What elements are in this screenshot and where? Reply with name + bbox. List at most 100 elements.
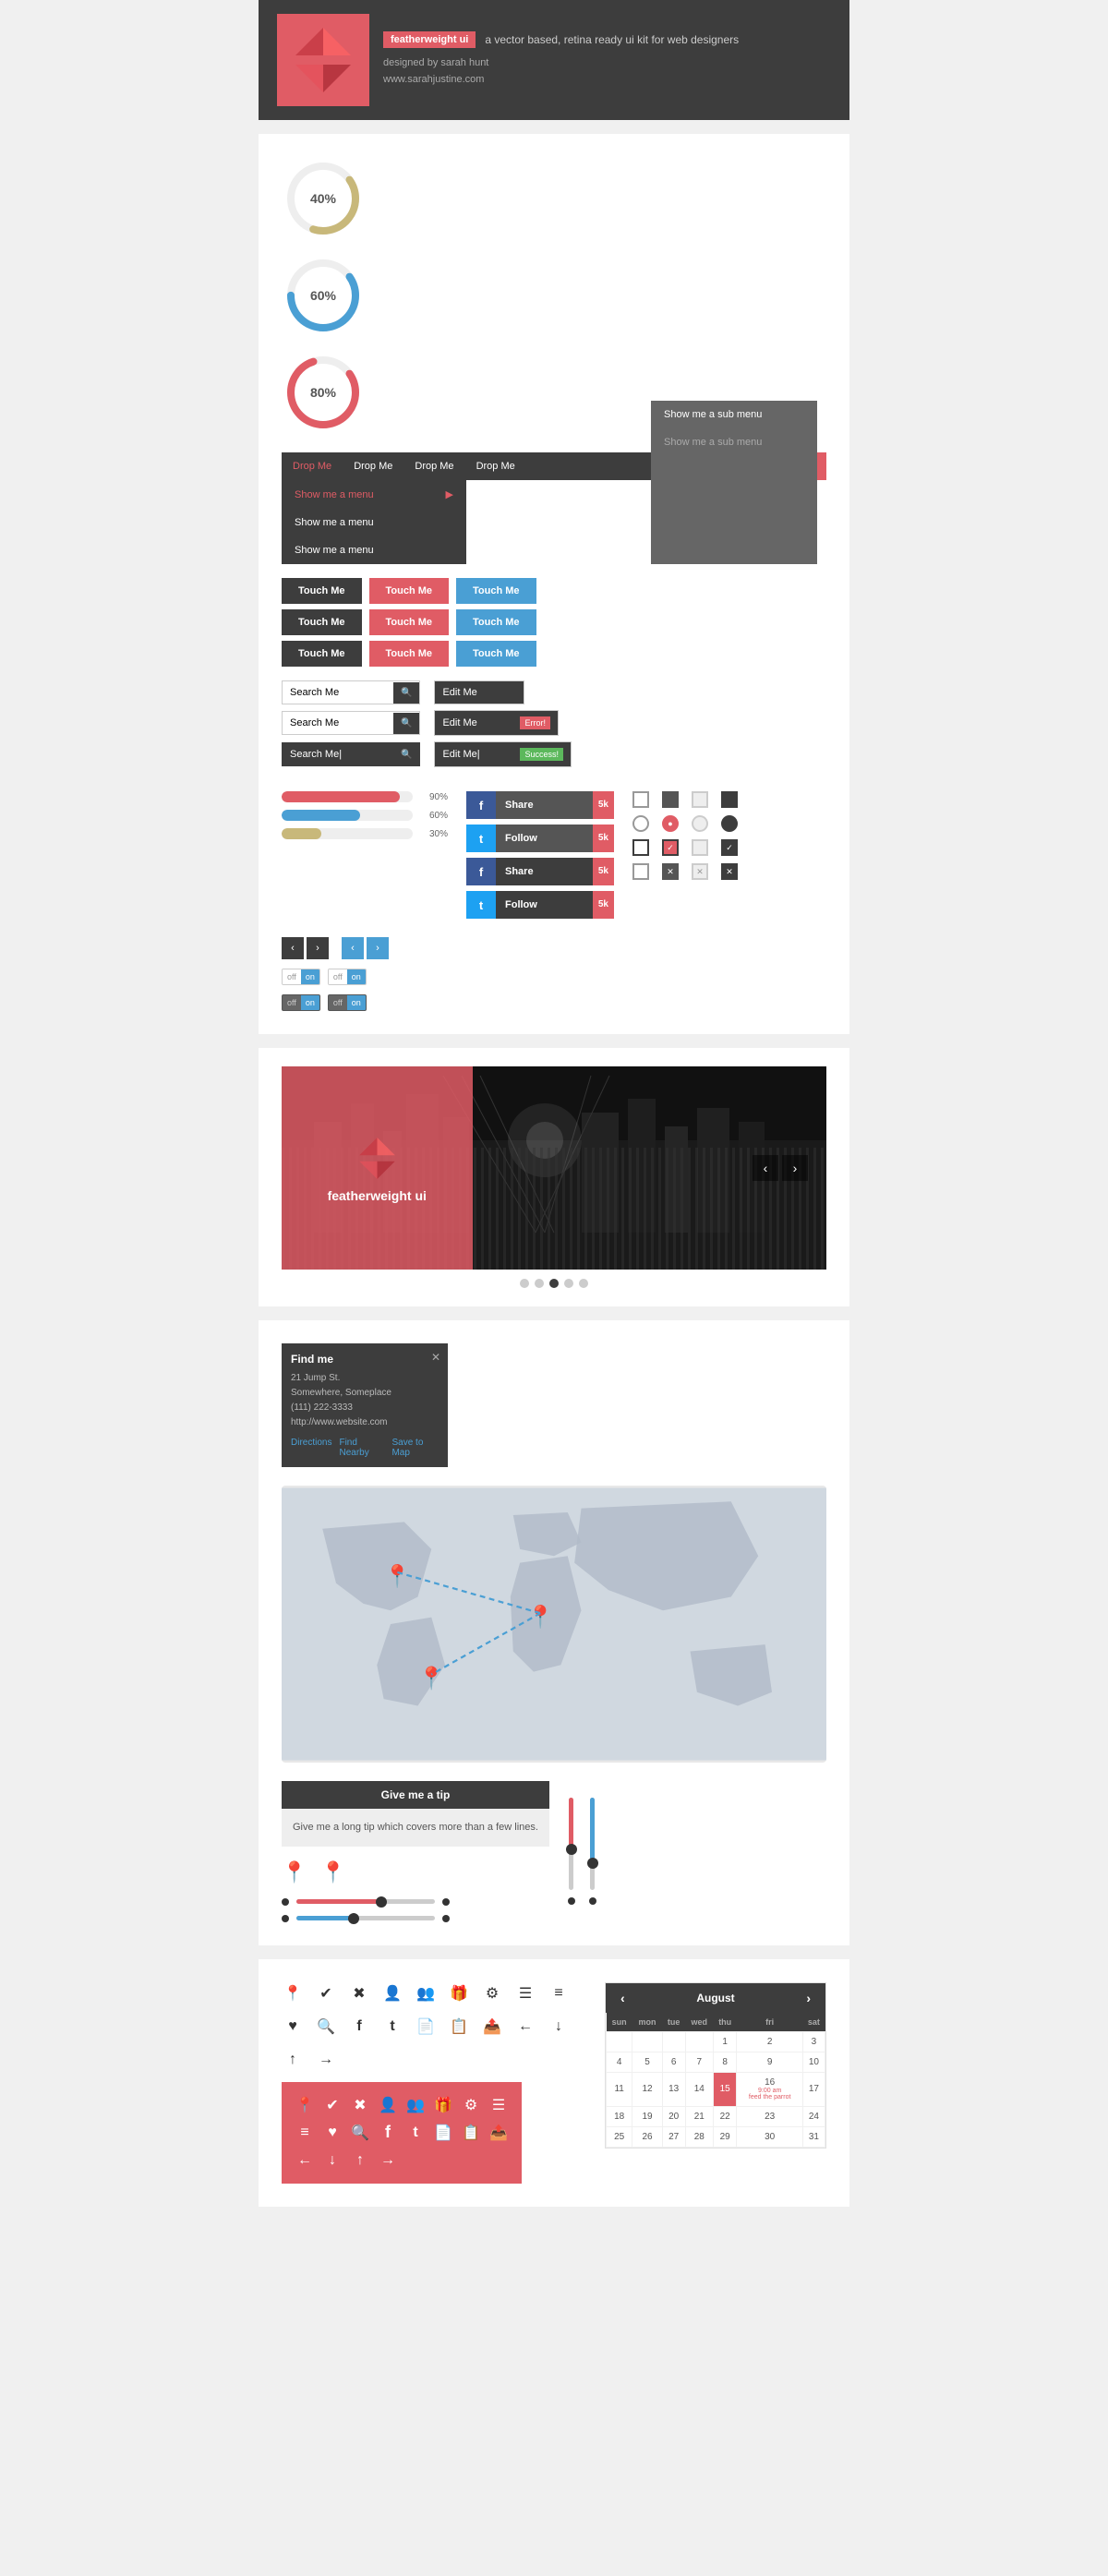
cal-day-10[interactable]: 10 [802,2052,825,2072]
radio-3[interactable] [692,815,708,832]
checkbox-x-2[interactable]: ✕ [662,863,679,880]
banner-dot-5[interactable] [579,1279,588,1288]
map-card-close-button[interactable]: ✕ [431,1351,440,1364]
search-btn-3[interactable]: 🔍 [393,744,419,765]
banner-next-button[interactable]: › [782,1155,808,1181]
social-share-fb-light[interactable]: f Share 5k [466,791,614,819]
checkbox-x-4[interactable]: ✕ [721,863,738,880]
cal-day-9[interactable]: 9 [737,2052,802,2072]
edit-input-1[interactable] [442,687,516,698]
touch-btn-red-3[interactable]: Touch Me [369,641,450,667]
edit-field-1[interactable] [434,680,524,704]
dropdown-item-2[interactable]: Drop Me [343,453,403,479]
cal-day-26[interactable]: 26 [632,2126,663,2147]
search-field-2[interactable]: 🔍 [282,711,420,735]
cal-day-11[interactable]: 11 [607,2072,632,2106]
radio-2[interactable]: ● [662,815,679,832]
touch-btn-dark-1[interactable]: Touch Me [282,578,362,604]
menu-item-2[interactable]: Show me a menu [282,509,466,536]
touch-btn-red-2[interactable]: Touch Me [369,609,450,635]
checkbox-check-3[interactable] [692,839,708,856]
slider-thumb-red[interactable] [376,1896,387,1908]
page-prev-dark[interactable]: ‹ [282,937,304,959]
edit-field-2[interactable]: Error! [434,710,559,736]
cal-day-17[interactable]: 17 [802,2072,825,2106]
checkbox-check-1[interactable] [632,839,649,856]
v-slider-thumb-blue[interactable] [587,1858,598,1869]
cal-day-15-today[interactable]: 15 [713,2072,736,2106]
dropdown-item-4[interactable]: Drop Me [465,453,526,479]
cal-day-12[interactable]: 12 [632,2072,663,2106]
touch-btn-blue-3[interactable]: Touch Me [456,641,536,667]
touch-btn-dark-3[interactable]: Touch Me [282,641,362,667]
cal-day-27[interactable]: 27 [662,2126,685,2147]
cal-day-5[interactable]: 5 [632,2052,663,2072]
checkbox-check-2[interactable]: ✓ [662,839,679,856]
calendar-prev-button[interactable]: ‹ [617,1991,629,2005]
page-prev-blue[interactable]: ‹ [342,937,364,959]
cal-day-30[interactable]: 30 [737,2126,802,2147]
cal-day-1[interactable]: 1 [713,2031,736,2052]
banner-dot-4[interactable] [564,1279,573,1288]
banner-dot-2[interactable] [535,1279,544,1288]
banner-dot-3[interactable] [549,1279,559,1288]
dropdown-item-3[interactable]: Drop Me [403,453,464,479]
touch-btn-blue-2[interactable]: Touch Me [456,609,536,635]
cal-day-16-event[interactable]: 169:00 amfeed the parrot [737,2072,802,2106]
checkbox-x-1[interactable] [632,863,649,880]
cal-day-20[interactable]: 20 [662,2106,685,2126]
page-next-dark[interactable]: › [307,937,329,959]
search-input-3[interactable] [283,743,393,765]
edit-input-3[interactable] [442,749,516,760]
cal-day-2[interactable]: 2 [737,2031,802,2052]
toggle-off-dark[interactable]: off on [282,994,320,1011]
radio-1[interactable] [632,815,649,832]
cal-day-7[interactable]: 7 [685,2052,713,2072]
slider-thumb-blue[interactable] [348,1913,359,1924]
cal-day-28[interactable]: 28 [685,2126,713,2147]
checkbox-check-4[interactable]: ✓ [721,839,738,856]
cal-day-4[interactable]: 4 [607,2052,632,2072]
social-share-fb-dark[interactable]: f Share 5k [466,858,614,885]
toggle-off-light[interactable]: off on [282,969,320,985]
cal-day-3[interactable]: 3 [802,2031,825,2052]
search-btn-2[interactable]: 🔍 [393,713,419,734]
cal-day-23[interactable]: 23 [737,2106,802,2126]
directions-link[interactable]: Directions [291,1438,331,1458]
search-input-1[interactable] [283,681,393,704]
cal-day-31[interactable]: 31 [802,2126,825,2147]
cal-day-19[interactable]: 19 [632,2106,663,2126]
cal-day-24[interactable]: 24 [802,2106,825,2126]
edit-field-3[interactable]: Success! [434,741,572,767]
calendar-next-button[interactable]: › [802,1991,814,2005]
cal-day-21[interactable]: 21 [685,2106,713,2126]
toggle-on-dark[interactable]: off on [328,994,367,1011]
cal-day-25[interactable]: 25 [607,2126,632,2147]
menu-item-1[interactable]: Show me a menu ▶ [282,480,466,509]
search-input-2[interactable] [283,712,393,734]
search-btn-1[interactable]: 🔍 [393,682,419,704]
cal-day-13[interactable]: 13 [662,2072,685,2106]
cal-day-6[interactable]: 6 [662,2052,685,2072]
page-next-blue[interactable]: › [367,937,389,959]
dropdown-item-1[interactable]: Drop Me [282,453,343,479]
banner-prev-button[interactable]: ‹ [753,1155,778,1181]
search-field-3[interactable]: 🔍 [282,742,420,766]
toggle-on-light[interactable]: off on [328,969,367,985]
submenu-item-2[interactable]: Show me a sub menu [651,428,817,456]
social-follow-tw-light[interactable]: t Follow 5k [466,825,614,852]
cal-day-8[interactable]: 8 [713,2052,736,2072]
cal-day-14[interactable]: 14 [685,2072,713,2106]
checkbox-3[interactable] [692,791,708,808]
checkbox-4[interactable] [721,791,738,808]
touch-btn-dark-2[interactable]: Touch Me [282,609,362,635]
radio-4[interactable] [721,815,738,832]
v-slider-thumb-red[interactable] [566,1844,577,1855]
save-to-map-link[interactable]: Save to Map [391,1438,439,1458]
edit-input-2[interactable] [442,717,516,728]
banner-dot-1[interactable] [520,1279,529,1288]
checkbox-1[interactable] [632,791,649,808]
touch-btn-blue-1[interactable]: Touch Me [456,578,536,604]
checkbox-x-3[interactable]: ✕ [692,863,708,880]
menu-item-3[interactable]: Show me a menu [282,536,466,564]
